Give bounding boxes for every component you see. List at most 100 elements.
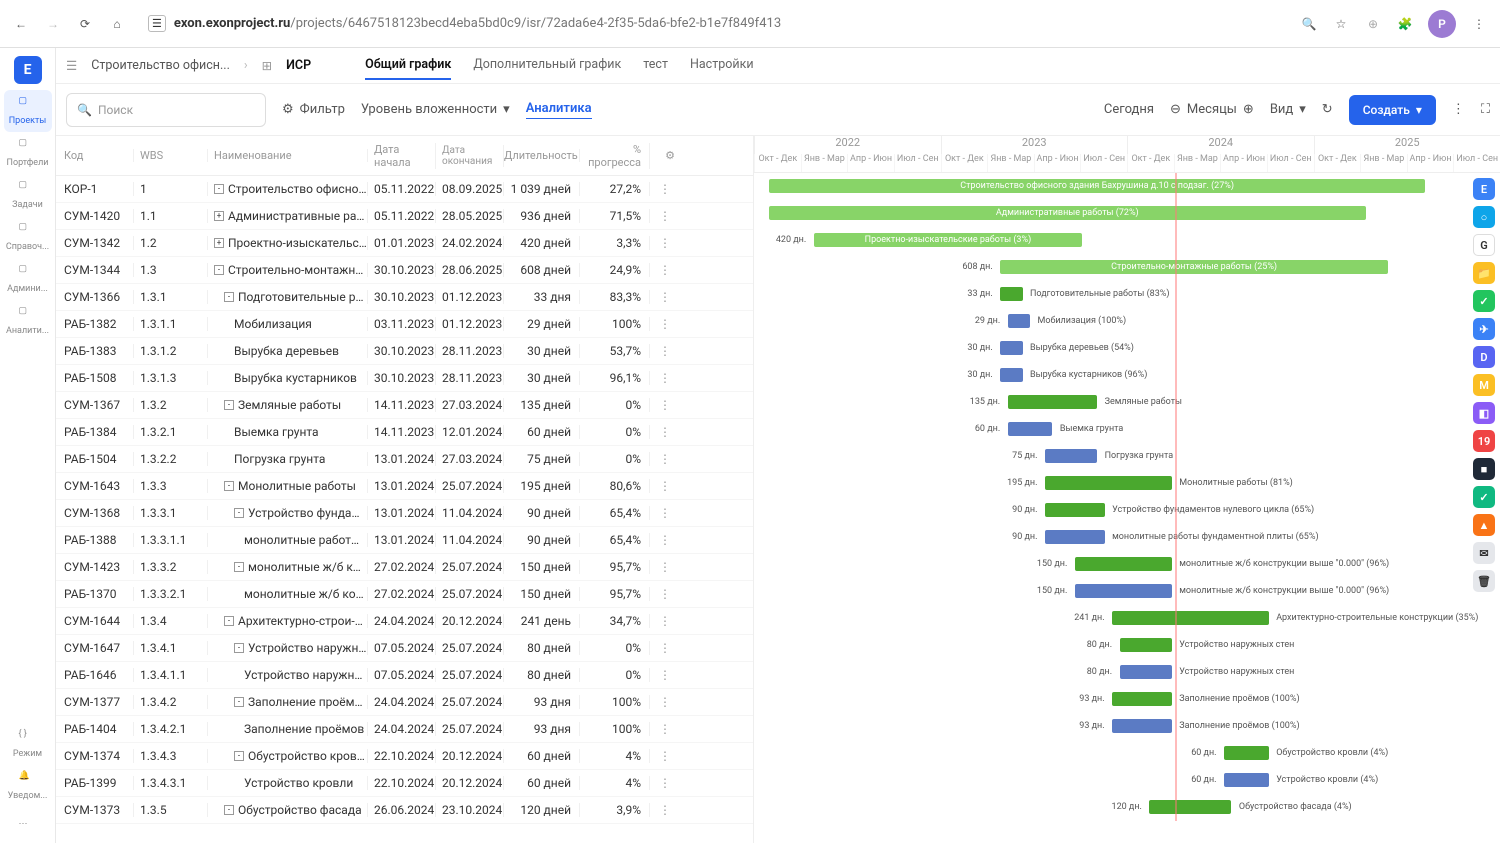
profile-avatar[interactable]: P <box>1428 10 1456 38</box>
today-button[interactable]: Сегодня <box>1104 102 1154 117</box>
table-row[interactable]: СУМ-13421.2+Проектно-изыскательски01.01.… <box>56 230 753 257</box>
app-logo[interactable]: E <box>14 56 42 84</box>
create-button[interactable]: Создать ▾ <box>1349 95 1436 125</box>
col-start[interactable]: Дата начала <box>368 143 436 169</box>
table-row[interactable]: СУМ-13771.3.4.2-Заполнение проёмов24.04.… <box>56 689 753 716</box>
dock-app-11[interactable]: ✓ <box>1473 486 1495 508</box>
table-row[interactable]: СУМ-13441.3-Строительно-монтажные30.10.2… <box>56 257 753 284</box>
extensions-icon[interactable]: 🧩 <box>1396 15 1414 33</box>
row-menu-icon[interactable]: ⋮ <box>650 398 680 412</box>
table-row[interactable]: РАБ-15041.3.2.2Погрузка грунта13.01.2024… <box>56 446 753 473</box>
col-name[interactable]: Наименование <box>208 149 368 162</box>
back-icon[interactable]: ← <box>12 15 30 33</box>
gantt-bar[interactable] <box>1008 422 1053 436</box>
refresh-button[interactable]: ↻ <box>1322 102 1333 117</box>
plus-icon[interactable]: ⊕ <box>1243 102 1254 117</box>
table-row[interactable]: СУМ-13741.3.4.3-Обустройство кровли22.10… <box>56 743 753 770</box>
expand-icon[interactable]: - <box>224 616 234 626</box>
minus-icon[interactable]: ⊖ <box>1170 102 1181 117</box>
gantt-bar[interactable] <box>1000 287 1022 301</box>
row-menu-icon[interactable]: ⋮ <box>650 182 680 196</box>
dock-app-3[interactable]: 📁 <box>1473 262 1495 284</box>
dock-app-5[interactable]: ✈ <box>1473 318 1495 340</box>
row-menu-icon[interactable]: ⋮ <box>650 290 680 304</box>
forward-icon[interactable]: → <box>44 15 62 33</box>
dock-app-14[interactable]: 🗑 <box>1473 570 1495 592</box>
translate-icon[interactable]: ⊕ <box>1364 15 1382 33</box>
col-wbs[interactable]: WBS <box>134 149 208 162</box>
table-row[interactable]: СУМ-16431.3.3-Монолитные работы13.01.202… <box>56 473 753 500</box>
gantt-bar[interactable] <box>1045 449 1097 463</box>
url-bar[interactable]: ☰ exon.exonproject.ru/projects/646751812… <box>140 10 1286 38</box>
row-menu-icon[interactable]: ⋮ <box>650 533 680 547</box>
gantt-bar[interactable] <box>1008 395 1098 409</box>
table-row[interactable]: РАБ-13881.3.3.1.1монолитные работы фунда… <box>56 527 753 554</box>
site-info-icon[interactable]: ☰ <box>148 15 166 32</box>
expand-icon[interactable]: - <box>224 400 234 410</box>
row-menu-icon[interactable]: ⋮ <box>650 641 680 655</box>
filter-button[interactable]: ⚙Фильтр <box>282 102 345 117</box>
table-row[interactable]: СУМ-13671.3.2-Земляные работы14.11.20232… <box>56 392 753 419</box>
rail-item-3[interactable]: ▢Справоч... <box>4 216 52 258</box>
row-menu-icon[interactable]: ⋮ <box>650 317 680 331</box>
expand-icon[interactable]: + <box>214 238 224 248</box>
dock-app-4[interactable]: ✓ <box>1473 290 1495 312</box>
dock-app-1[interactable]: ○ <box>1473 206 1495 228</box>
gantt-bar[interactable] <box>1008 314 1030 328</box>
gantt-bar[interactable] <box>1045 476 1172 490</box>
search-input[interactable]: 🔍 Поиск <box>66 93 266 127</box>
row-menu-icon[interactable]: ⋮ <box>650 479 680 493</box>
gantt-bar[interactable] <box>1224 773 1269 787</box>
gantt-bar[interactable] <box>1000 341 1022 355</box>
gantt-bar[interactable]: Строительство офисного здания Бахрушина … <box>769 179 1425 193</box>
table-row[interactable]: СУМ-16441.3.4-Архитектурно-строи-тельные… <box>56 608 753 635</box>
gantt-bar[interactable] <box>1120 638 1172 652</box>
row-menu-icon[interactable]: ⋮ <box>650 776 680 790</box>
dock-app-8[interactable]: ◧ <box>1473 402 1495 424</box>
row-menu-icon[interactable]: ⋮ <box>650 371 680 385</box>
rail-more[interactable]: ⋯ <box>4 813 52 843</box>
expand-icon[interactable]: - <box>234 562 244 572</box>
rail-bottom-1[interactable]: 🔔Уведом... <box>4 765 52 807</box>
dock-app-7[interactable]: M <box>1473 374 1495 396</box>
table-row[interactable]: РАБ-13991.3.4.3.1Устройство кровли22.10.… <box>56 770 753 797</box>
table-row[interactable]: РАБ-13821.3.1.1Мобилизация03.11.202301.1… <box>56 311 753 338</box>
gantt-bar[interactable] <box>1149 800 1231 814</box>
expand-icon[interactable]: + <box>214 211 224 221</box>
expand-icon[interactable]: - <box>234 508 244 518</box>
row-menu-icon[interactable]: ⋮ <box>650 560 680 574</box>
row-menu-icon[interactable]: ⋮ <box>650 722 680 736</box>
gantt-bar[interactable] <box>1075 584 1172 598</box>
table-row[interactable]: РАБ-13831.3.1.2Вырубка деревьев30.10.202… <box>56 338 753 365</box>
list-icon[interactable]: ☰ <box>66 58 77 74</box>
rail-item-1[interactable]: ▢Портфели <box>4 132 52 174</box>
tab-1[interactable]: Дополнительный график <box>473 51 621 80</box>
rail-item-0[interactable]: ▢Проекты <box>4 90 52 132</box>
dock-app-0[interactable]: E <box>1473 178 1495 200</box>
gantt-bar[interactable] <box>1224 746 1269 760</box>
dock-app-2[interactable]: G <box>1473 234 1495 256</box>
expand-icon[interactable]: - <box>224 481 234 491</box>
home-icon[interactable]: ⌂ <box>108 15 126 33</box>
table-row[interactable]: КОР-11-Строительство офисного здания Бах… <box>56 176 753 203</box>
row-menu-icon[interactable]: ⋮ <box>650 344 680 358</box>
col-settings[interactable]: ⚙ <box>650 149 690 162</box>
row-menu-icon[interactable]: ⋮ <box>650 803 680 817</box>
gantt-bar[interactable] <box>1075 557 1172 571</box>
more-button[interactable]: ⋮ <box>1452 102 1465 117</box>
row-menu-icon[interactable]: ⋮ <box>650 749 680 763</box>
table-row[interactable]: РАБ-15081.3.1.3Вырубка кустарников30.10.… <box>56 365 753 392</box>
reload-icon[interactable]: ⟳ <box>76 15 94 33</box>
gantt-bar[interactable] <box>1045 503 1105 517</box>
table-row[interactable]: РАБ-14041.3.4.2.1Заполнение проёмов24.04… <box>56 716 753 743</box>
row-menu-icon[interactable]: ⋮ <box>650 236 680 250</box>
tab-2[interactable]: тест <box>643 51 668 80</box>
expand-icon[interactable]: - <box>214 265 224 275</box>
table-row[interactable]: СУМ-14231.3.3.2-монолитные ж/б кон-струк… <box>56 554 753 581</box>
row-menu-icon[interactable]: ⋮ <box>650 209 680 223</box>
rail-item-2[interactable]: ▢Задачи <box>4 174 52 216</box>
col-prog[interactable]: % прогресса <box>580 143 650 169</box>
expand-icon[interactable]: - <box>234 697 244 707</box>
tab-0[interactable]: Общий график <box>365 51 451 80</box>
gantt-bar[interactable] <box>1000 368 1022 382</box>
